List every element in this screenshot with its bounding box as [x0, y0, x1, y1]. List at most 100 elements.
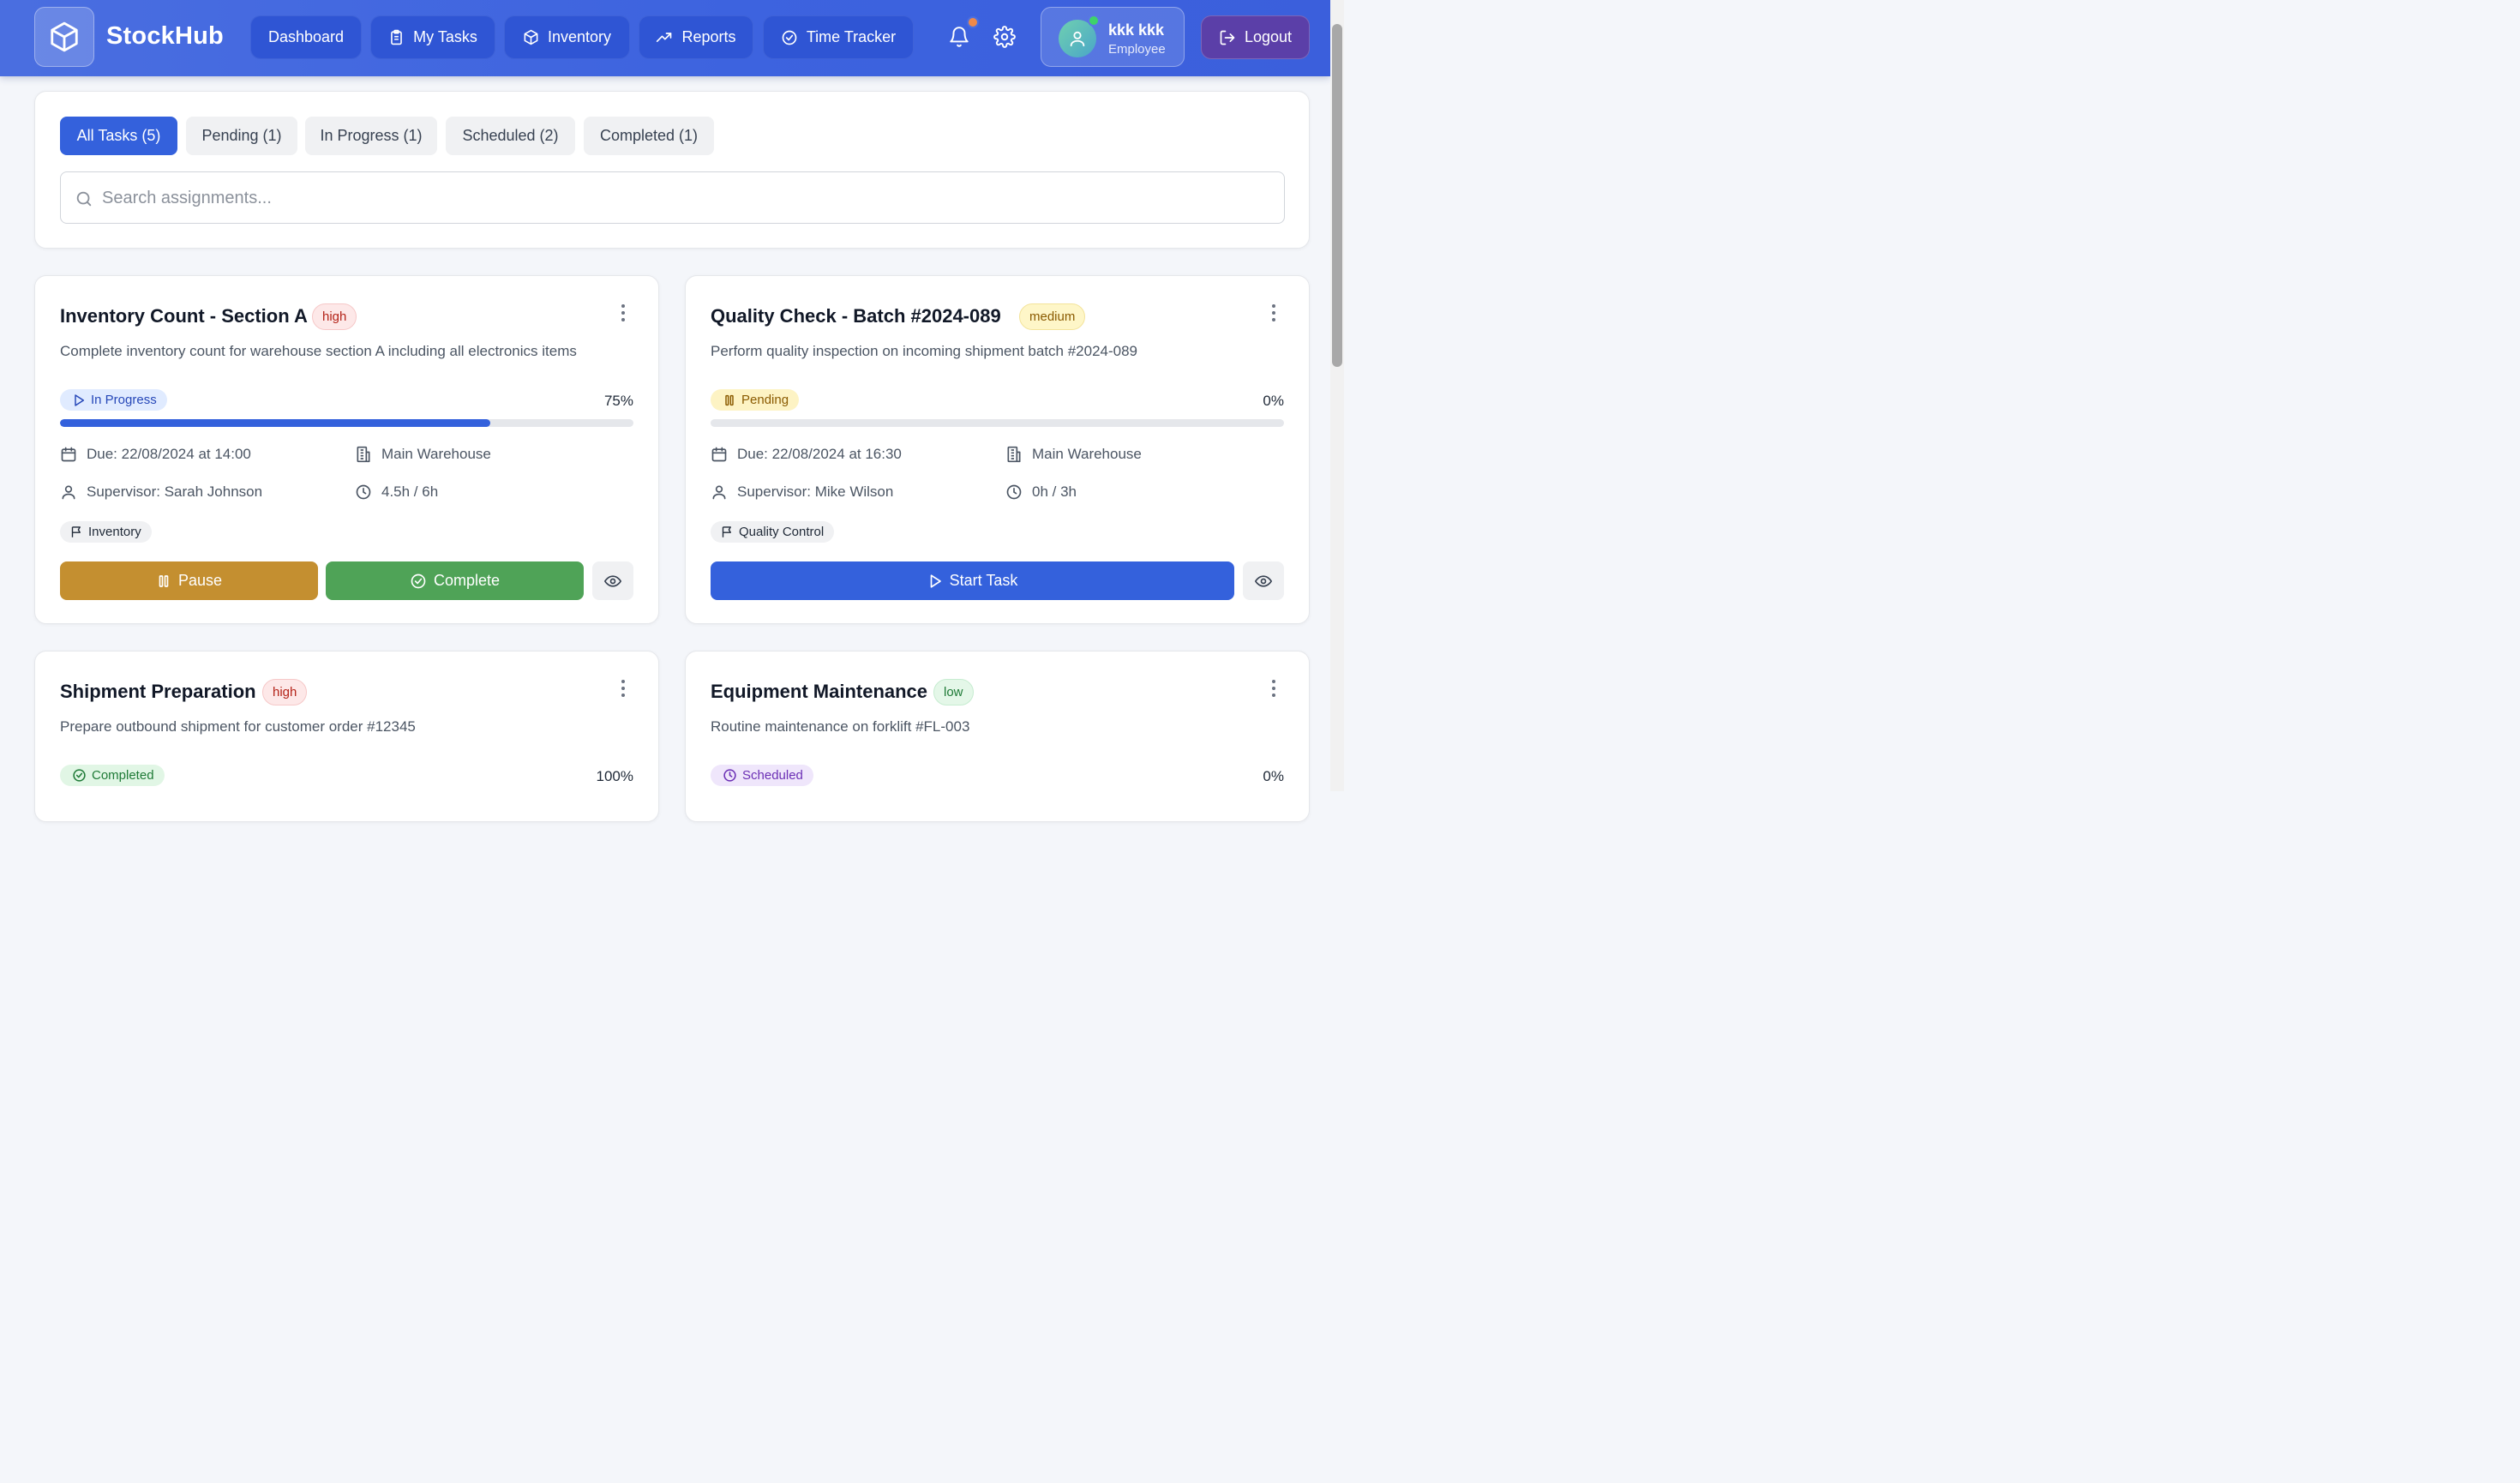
search-input[interactable]	[102, 183, 1268, 213]
play-icon	[75, 393, 85, 406]
tab-label: In Progress (1)	[320, 127, 423, 144]
supervisor: Supervisor: Sarah Johnson	[60, 483, 262, 501]
trending-up-icon	[657, 32, 672, 42]
settings-button[interactable]	[992, 24, 1017, 50]
notifications-button[interactable]	[946, 24, 972, 50]
location: Main Warehouse	[1005, 446, 1142, 463]
nav-reports[interactable]: Reports	[639, 15, 753, 59]
user-icon	[62, 485, 75, 500]
flag-icon	[722, 526, 731, 537]
kebab-dot	[1272, 680, 1275, 683]
nav-inventory[interactable]: Inventory	[504, 15, 630, 59]
brand-name: StockHub	[106, 22, 224, 50]
user-icon	[712, 485, 726, 500]
progress-bar	[711, 419, 1284, 427]
tab-scheduled[interactable]: Scheduled (2)	[446, 117, 575, 155]
gear-icon	[993, 26, 1016, 48]
task-card-inventory-count: Inventory Count - Section A high Complet…	[34, 275, 659, 624]
task-description: Perform quality inspection on incoming s…	[711, 343, 1138, 359]
view-details-button[interactable]	[1243, 561, 1284, 600]
nav-inventory-label: Inventory	[547, 28, 612, 45]
kebab-dot	[621, 318, 625, 321]
task-title: Inventory Count - Section A	[60, 305, 308, 327]
flag-icon	[71, 526, 81, 537]
status-label: Pending	[741, 393, 789, 407]
priority-badge: medium	[1019, 303, 1086, 330]
task-card-shipment-preparation: Shipment Preparation high Prepare outbou…	[34, 651, 659, 822]
logo[interactable]	[34, 7, 94, 67]
start-task-label: Start Task	[949, 572, 1018, 589]
eye-icon	[604, 574, 621, 587]
nav-my-tasks[interactable]: My Tasks	[370, 15, 495, 59]
nav-time-tracker-label: Time Tracker	[806, 28, 897, 45]
building-icon	[1007, 446, 1021, 463]
status-badge: Pending	[711, 389, 800, 411]
nav-dashboard[interactable]: Dashboard	[250, 15, 362, 59]
status-label: Completed	[92, 768, 154, 783]
top-navigation-bar: StockHub Dashboard My Tasks Inventory Re…	[0, 0, 1330, 76]
progress-percent: 0%	[1263, 393, 1284, 409]
complete-button[interactable]: Complete	[326, 561, 584, 600]
clipboard-icon	[391, 29, 402, 45]
progress-fill	[60, 419, 490, 427]
time-spent-text: 4.5h / 6h	[381, 483, 439, 500]
time-spent: 0h / 3h	[1005, 483, 1077, 501]
tab-all-tasks[interactable]: All Tasks (5)	[60, 117, 177, 155]
location-text: Main Warehouse	[381, 446, 491, 462]
start-task-button[interactable]: Start Task	[711, 561, 1234, 600]
nav-reports-label: Reports	[681, 28, 736, 45]
time-spent-text: 0h / 3h	[1032, 483, 1077, 500]
page-scrollbar-thumb[interactable]	[1332, 24, 1342, 367]
supervisor-text: Supervisor: Sarah Johnson	[87, 483, 263, 500]
play-icon	[930, 573, 941, 588]
tab-in-progress[interactable]: In Progress (1)	[305, 117, 437, 155]
more-options-button[interactable]	[1265, 302, 1282, 324]
nav-time-tracker[interactable]: Time Tracker	[763, 15, 914, 59]
user-profile-menu[interactable]: kkk kkk Employee	[1041, 7, 1185, 67]
user-role: Employee	[1108, 42, 1166, 57]
status-badge: In Progress	[60, 389, 167, 411]
category-label: Quality Control	[739, 525, 825, 539]
due-date: Due: 22/08/2024 at 14:00	[60, 446, 251, 463]
kebab-dot	[1272, 687, 1275, 690]
nav-dashboard-label: Dashboard	[267, 28, 345, 45]
tab-label: Scheduled (2)	[462, 127, 559, 144]
bell-icon	[950, 27, 969, 47]
complete-label: Complete	[433, 572, 501, 589]
tab-completed[interactable]: Completed (1)	[584, 117, 714, 155]
pause-icon	[725, 394, 734, 405]
logout-icon	[1220, 30, 1235, 45]
tab-pending[interactable]: Pending (1)	[186, 117, 297, 155]
user-name: kkk kkk	[1108, 21, 1165, 39]
task-description: Routine maintenance on forklift #FL-003	[711, 718, 970, 735]
category-tag: Quality Control	[711, 521, 835, 543]
building-icon	[357, 446, 370, 463]
supervisor: Supervisor: Mike Wilson	[711, 483, 893, 501]
more-options-button[interactable]	[615, 677, 632, 699]
priority-badge: low	[933, 679, 974, 705]
kebab-dot	[621, 680, 625, 683]
notification-badge	[967, 16, 979, 28]
kebab-dot	[621, 304, 625, 308]
category-tag: Inventory	[60, 521, 152, 543]
more-options-button[interactable]	[1265, 677, 1282, 699]
nav-my-tasks-label: My Tasks	[413, 28, 477, 45]
task-description: Complete inventory count for warehouse s…	[60, 343, 577, 359]
more-options-button[interactable]	[615, 302, 632, 324]
package-icon	[51, 21, 78, 52]
view-details-button[interactable]	[592, 561, 633, 600]
package-icon	[524, 29, 538, 45]
kebab-dot	[621, 687, 625, 690]
due-date-text: Due: 22/08/2024 at 14:00	[87, 446, 251, 462]
kebab-dot	[1272, 318, 1275, 321]
check-circle-icon	[73, 769, 86, 782]
progress-percent: 100%	[596, 768, 633, 784]
clock-icon	[723, 769, 736, 782]
task-description: Prepare outbound shipment for customer o…	[60, 718, 416, 735]
pause-button[interactable]: Pause	[60, 561, 318, 600]
clock-icon	[1006, 484, 1022, 500]
logout-button[interactable]: Logout	[1201, 15, 1310, 59]
kebab-dot	[621, 693, 625, 697]
kebab-dot	[1272, 693, 1275, 697]
supervisor-text: Supervisor: Mike Wilson	[737, 483, 894, 500]
